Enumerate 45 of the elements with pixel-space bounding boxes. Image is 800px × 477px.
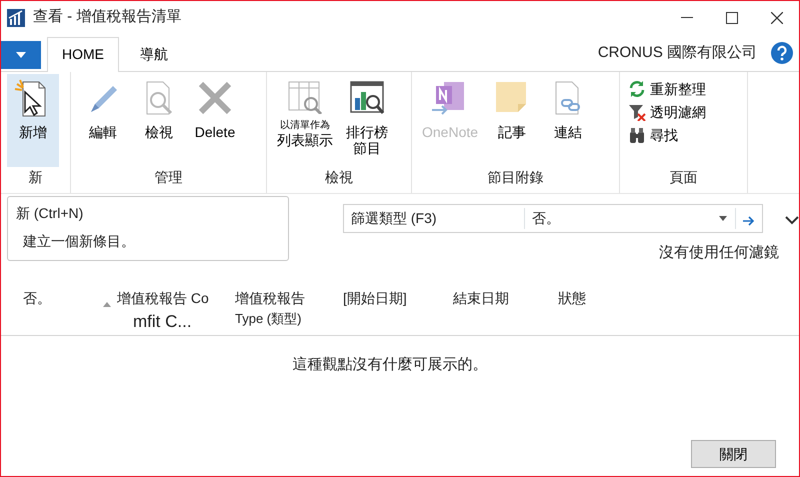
close-button[interactable]: 關閉 [691,440,776,468]
binoculars-icon [628,126,646,144]
caret-icon [16,52,26,58]
filter-status: 沒有使用任何濾鏡 [659,243,779,263]
ribbon-button[interactable]: 新增 [7,74,59,167]
column-header[interactable]: 狀態 [558,288,638,335]
group-label: 檢視 [324,168,354,187]
ribbon-tab[interactable]: HOME [47,37,119,72]
caret-icon [719,216,728,221]
group-label: 新 [28,168,44,187]
ribbon-button[interactable]: Delete [189,74,241,167]
tooltip-text: 建立一個新條目。 [23,232,136,251]
minimize-icon [680,17,692,18]
ribbon-button[interactable]: 以清單作為 列表顯示 [273,74,337,167]
ribbon-button[interactable]: 排行榜 節目 [341,74,393,167]
column-header[interactable]: 增值稅報告 Type (類型) [235,288,343,335]
company-name: CRONUS 國際有限公司 [598,42,757,62]
close-icon [770,12,782,24]
chevron-down-icon[interactable] [785,216,799,225]
ribbon-button[interactable]: 編輯 [77,74,129,167]
ribbon-button[interactable]: 重新整理 [626,78,741,100]
filter-label: 篩選類型 (F3) [350,209,438,228]
app-menu-button[interactable] [1,41,41,69]
column-header[interactable]: [開始日期] [343,288,451,335]
help-icon[interactable] [771,42,793,64]
refresh-icon [628,80,646,98]
tooltip-title: 新 (Ctrl+N) [16,204,84,223]
filter-value-dropdown[interactable]: 否。 [524,208,736,229]
ribbon-button[interactable]: 尋找 [626,124,741,146]
clear-filter-icon [628,103,646,121]
window-title: 查看 - 增值稅報告清單 [33,7,182,28]
group-label: 頁面 [668,168,698,187]
sort-ascending-icon [103,302,111,307]
arrow-right-icon [743,216,756,226]
group-label: 管理 [154,168,184,187]
ribbon-button[interactable]: 記事 [486,74,538,167]
ribbon-button[interactable]: 檢視 [133,74,185,167]
ribbon-button[interactable]: 透明濾網 [626,100,741,124]
empty-message: 這種觀點沒有什麼可展示的。 [292,355,488,375]
ribbon-tab[interactable]: 導航 [125,37,183,71]
group-label: 節目附錄 [486,168,544,187]
app-icon [7,8,25,26]
column-header[interactable]: 結束日期 [453,288,553,335]
ribbon-button[interactable]: 連結 [542,74,594,167]
maximize-icon [726,12,738,24]
